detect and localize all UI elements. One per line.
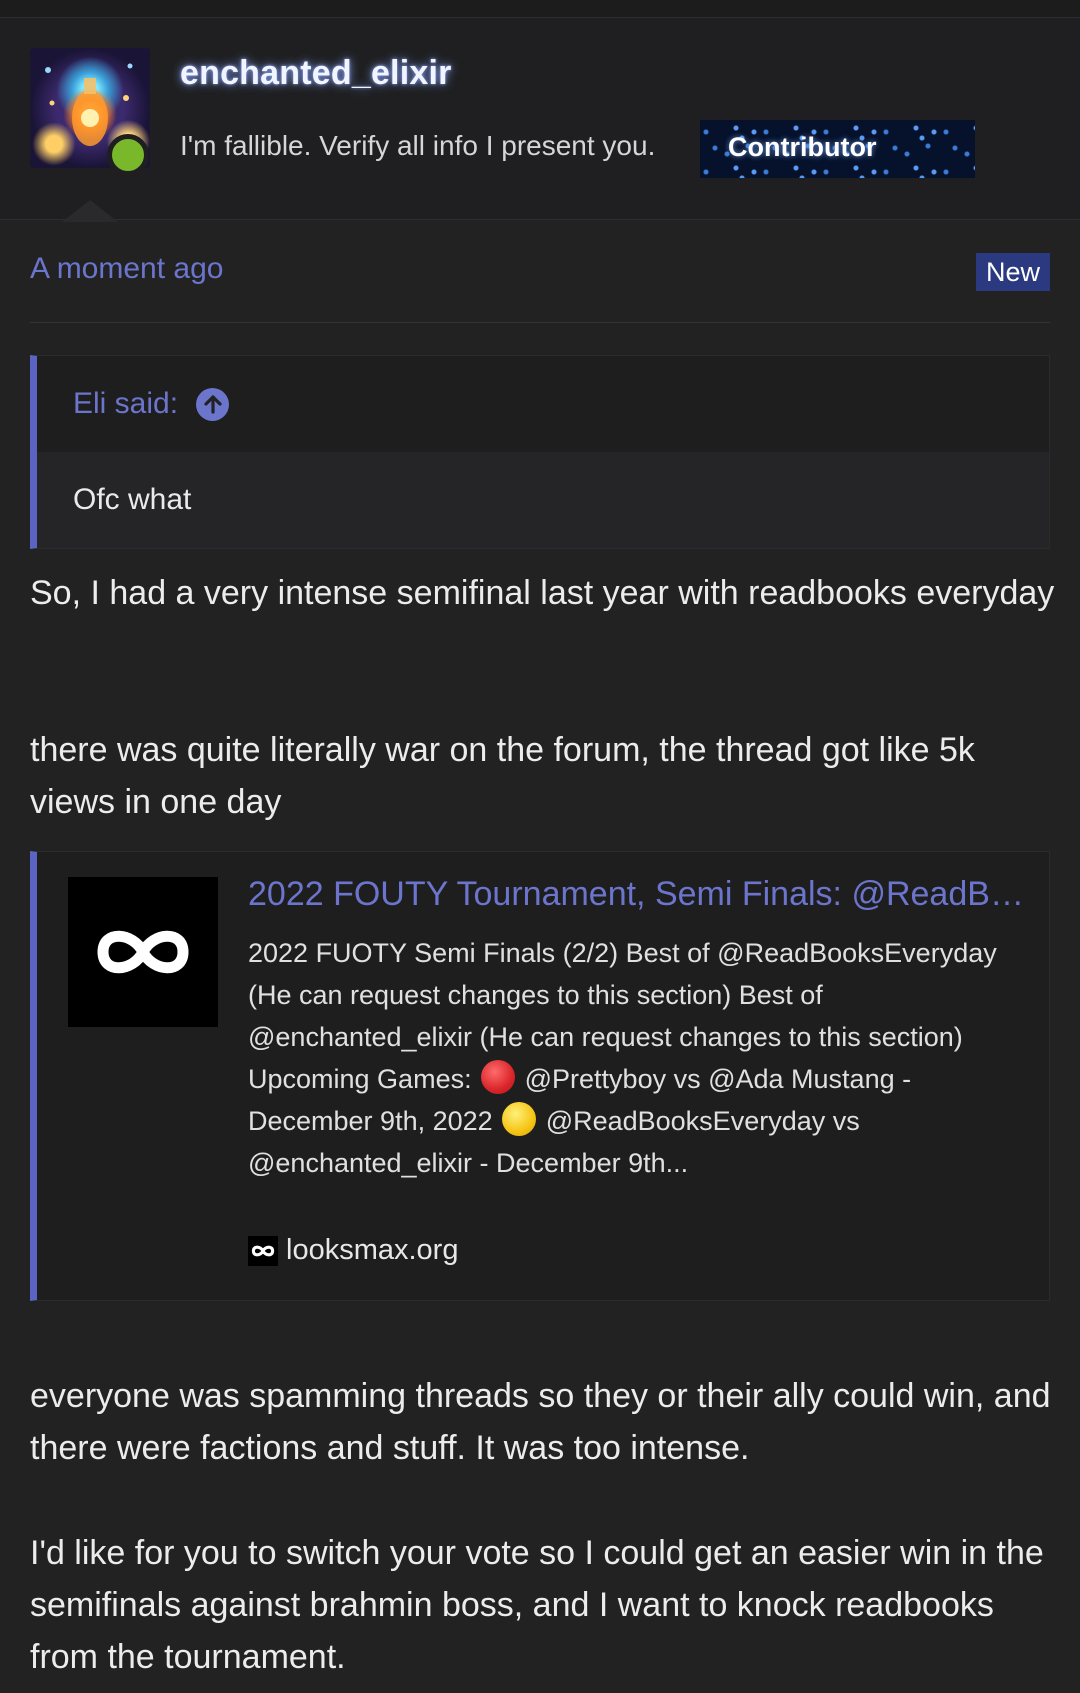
source-favicon-icon: [248, 1235, 278, 1266]
post-paragraph: So, I had a very intense semifinal last …: [30, 574, 1055, 612]
author-username[interactable]: enchanted_elixir: [180, 54, 452, 93]
post-timestamp[interactable]: A moment ago: [30, 252, 223, 286]
post-divider: [30, 322, 1050, 323]
quote-header[interactable]: Eli said:: [37, 356, 1049, 452]
site-logo-icon: [68, 877, 218, 1027]
author-avatar[interactable]: [30, 48, 150, 176]
author-user-title: I'm fallible. Verify all info I present …: [180, 130, 656, 161]
thread-post-page: enchanted_elixir I'm fallible. Verify al…: [0, 0, 1080, 1693]
link-preview-title[interactable]: 2022 FOUTY Tournament, Semi Finals: @Rea…: [248, 875, 1038, 914]
post-author-header: enchanted_elixir I'm fallible. Verify al…: [0, 18, 1080, 222]
source-domain: looksmax.org: [286, 1234, 459, 1266]
online-status-indicator: [107, 134, 149, 176]
post-paragraph: there was quite literally war on the for…: [30, 731, 975, 821]
contributor-banner-label: Contributor: [728, 132, 877, 162]
quote-body: Ofc what: [37, 452, 1049, 548]
header-pointer-arrow: [62, 200, 118, 222]
link-preview-description: 2022 FUOTY Semi Finals (2/2) Best of @Re…: [248, 932, 1038, 1184]
link-preview-source[interactable]: looksmax.org: [248, 1234, 458, 1267]
jump-to-quote-icon[interactable]: [196, 387, 230, 421]
post-paragraph: everyone was spamming threads so they or…: [30, 1377, 1051, 1467]
top-strip: [0, 0, 1080, 18]
link-preview-card[interactable]: 2022 FOUTY Tournament, Semi Finals: @Rea…: [30, 851, 1050, 1301]
new-post-badge: New: [976, 253, 1050, 291]
post-paragraph: I'd like for you to switch your vote so …: [30, 1534, 1044, 1676]
yellow-circle-icon: [502, 1102, 537, 1136]
quote-block: Eli said: Ofc what: [30, 355, 1050, 549]
contributor-banner: Contributor: [700, 120, 975, 178]
quote-author[interactable]: Eli said:: [73, 387, 178, 421]
red-circle-icon: [481, 1060, 516, 1094]
